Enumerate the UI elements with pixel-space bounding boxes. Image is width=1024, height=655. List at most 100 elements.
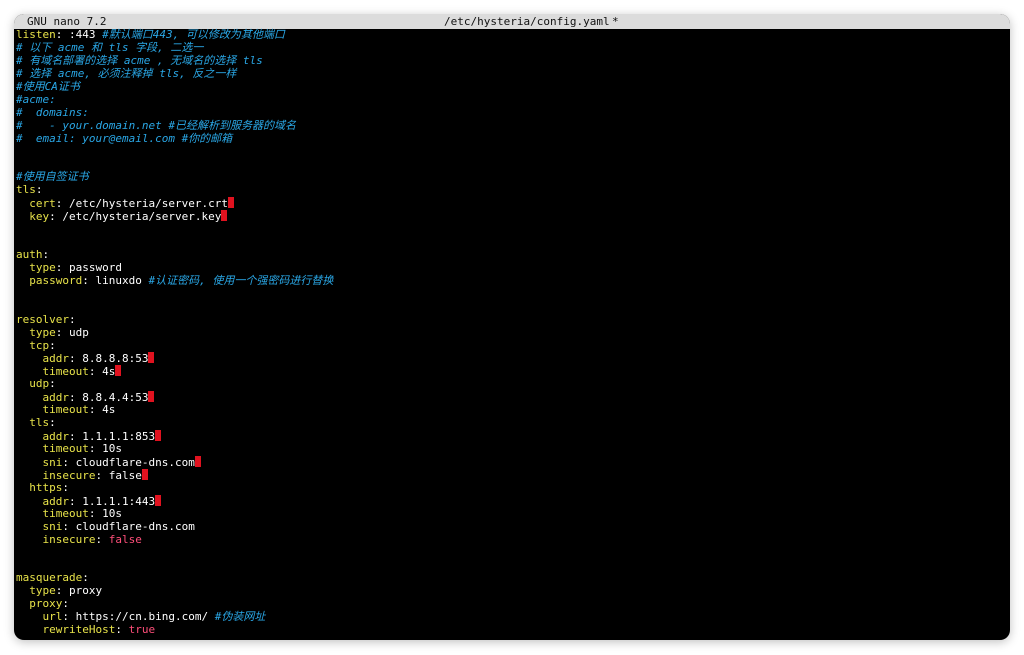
trailing-whitespace-marker (115, 365, 122, 377)
yaml-key: auth (16, 247, 43, 261)
editor-line[interactable]: timeout: 10s (16, 442, 1010, 456)
app-version: GNU nano 7.2 (27, 15, 107, 28)
yaml-key: tls (29, 416, 50, 430)
file-path: /etc/hysteria/config.yaml (444, 15, 610, 28)
yaml-comment: #默认端口443, 可以修改为其他端口 (102, 28, 285, 41)
yaml-value: true (128, 623, 156, 637)
trailing-whitespace-marker (221, 210, 228, 222)
editor-line[interactable]: https: (16, 480, 1010, 495)
editor-line[interactable] (16, 236, 1010, 249)
yaml-value: udp (69, 325, 89, 339)
editor-line[interactable]: type: proxy (16, 584, 1010, 598)
yaml-key: sni (42, 455, 63, 469)
editor-line[interactable]: password: linuxdo #认证密码, 使用一个强密码进行替换 (16, 273, 1010, 288)
editor-line[interactable] (16, 288, 1010, 301)
yaml-key: timeout (42, 442, 89, 455)
editor-line[interactable] (16, 559, 1010, 572)
editor-line[interactable]: timeout: 4s (16, 403, 1010, 417)
editor-line[interactable]: #使用自签证书 (16, 170, 1010, 184)
yaml-key: sni (42, 519, 63, 533)
editor-line[interactable]: addr: 8.8.8.8:53 (16, 352, 1010, 365)
editor-area[interactable]: listen: :443 #默认端口443, 可以修改为其他端口 # 以下 acm… (16, 28, 1010, 640)
editor-line[interactable]: sni: cloudflare-dns.com (16, 455, 1010, 469)
yaml-comment: # email: your@email.com #你的邮箱 (16, 131, 233, 145)
yaml-key: addr (42, 352, 70, 366)
yaml-value: https://cn.bing.com/ (75, 610, 209, 624)
yaml-comment: #acme: (16, 92, 56, 106)
yaml-key: listen (16, 28, 56, 41)
editor-line[interactable]: #使用CA证书 (16, 79, 1010, 94)
yaml-key: https (29, 480, 63, 494)
yaml-key: rewriteHost (42, 623, 116, 637)
editor-line[interactable] (16, 145, 1010, 158)
terminal-window: GNU nano 7.2 /etc/hysteria/config.yaml *… (14, 14, 1010, 640)
yaml-value: proxy (69, 584, 103, 598)
yaml-value: /etc/hysteria/server.crt (69, 197, 228, 211)
editor-line[interactable]: #acme: (16, 92, 1010, 107)
yaml-key: tls (16, 183, 36, 197)
editor-line[interactable]: insecure: false (16, 532, 1010, 547)
yaml-key: key (29, 210, 50, 224)
trailing-whitespace-marker (155, 430, 162, 442)
yaml-key: timeout (42, 506, 89, 520)
editor-line[interactable] (16, 547, 1010, 560)
editor-line[interactable]: rewriteHost: true (16, 623, 1010, 637)
editor-line[interactable]: insecure: false (16, 468, 1010, 482)
yaml-value: 8.8.8.8:53 (82, 352, 149, 366)
yaml-comment: # domains: (16, 105, 89, 119)
yaml-comment: #使用CA证书 (16, 79, 80, 93)
editor-line[interactable]: addr: 1.1.1.1:443 (16, 494, 1010, 508)
editor-line[interactable] (16, 158, 1010, 171)
yaml-comment: # 选择 acme, 必须注释掉 tls, 反之一样 (16, 66, 237, 80)
yaml-value: /etc/hysteria/server.key (62, 210, 222, 224)
yaml-value: false (108, 532, 142, 546)
yaml-value: 4s (102, 403, 116, 417)
trailing-whitespace-marker (155, 494, 162, 506)
editor-line[interactable]: udp: (16, 377, 1010, 391)
editor-line[interactable]: tls: (16, 183, 1010, 197)
yaml-key: type (29, 584, 56, 598)
yaml-value: 4s (102, 365, 116, 379)
editor-line[interactable] (16, 223, 1010, 236)
yaml-key: udp (29, 377, 50, 391)
editor-line[interactable]: sni: cloudflare-dns.com (16, 519, 1010, 534)
yaml-value: 10s (102, 506, 122, 520)
nano-titlebar: GNU nano 7.2 /etc/hysteria/config.yaml * (14, 14, 1010, 29)
trailing-whitespace-marker (141, 468, 148, 480)
yaml-comment: # - your.domain.net #已经解析到服务器的域名 (16, 118, 296, 132)
editor-line[interactable]: addr: 8.8.4.4:53 (16, 391, 1010, 404)
trailing-whitespace-marker (227, 197, 234, 209)
editor-line[interactable]: tls: (16, 416, 1010, 430)
trailing-whitespace-marker (148, 352, 155, 364)
editor-line[interactable]: auth: (16, 247, 1010, 262)
editor-line[interactable]: # email: your@email.com #你的邮箱 (16, 131, 1010, 146)
trailing-whitespace-marker (194, 455, 201, 467)
yaml-key: cert (29, 197, 56, 211)
editor-line[interactable]: cert: /etc/hysteria/server.crt (16, 197, 1010, 210)
editor-line[interactable]: resolver: (16, 313, 1010, 327)
modified-indicator: * (612, 15, 619, 28)
yaml-value: cloudflare-dns.com (75, 519, 195, 533)
yaml-value: cloudflare-dns.com (75, 455, 195, 469)
yaml-key: type (29, 325, 56, 339)
yaml-key: insecure (42, 532, 96, 546)
editor-line[interactable]: masquerade: (16, 571, 1010, 585)
yaml-key: masquerade (16, 571, 83, 585)
yaml-comment: #伪装网址 (214, 610, 266, 624)
yaml-key: tcp (29, 338, 50, 352)
yaml-value: :443 (69, 28, 96, 41)
editor-line[interactable]: url: https://cn.bing.com/ #伪装网址 (16, 610, 1010, 624)
editor-line[interactable]: tcp: (16, 338, 1010, 353)
yaml-key: url (42, 610, 63, 624)
editor-line[interactable]: addr: 1.1.1.1:853 (16, 430, 1010, 443)
yaml-comment: # 有域名部署的选择 acme , 无域名的选择 tls (16, 53, 263, 67)
editor-line[interactable]: key: /etc/hysteria/server.key (16, 210, 1010, 223)
trailing-whitespace-marker (148, 391, 155, 403)
yaml-comment: #使用自签证书 (16, 170, 89, 184)
yaml-key: type (29, 260, 56, 274)
yaml-value: linuxdo (95, 273, 142, 287)
editor-line[interactable]: type: udp (16, 325, 1010, 340)
editor-line[interactable]: # 选择 acme, 必须注释掉 tls, 反之一样 (16, 66, 1010, 81)
editor-line[interactable]: timeout: 4s (16, 365, 1010, 378)
editor-line[interactable] (16, 301, 1010, 314)
